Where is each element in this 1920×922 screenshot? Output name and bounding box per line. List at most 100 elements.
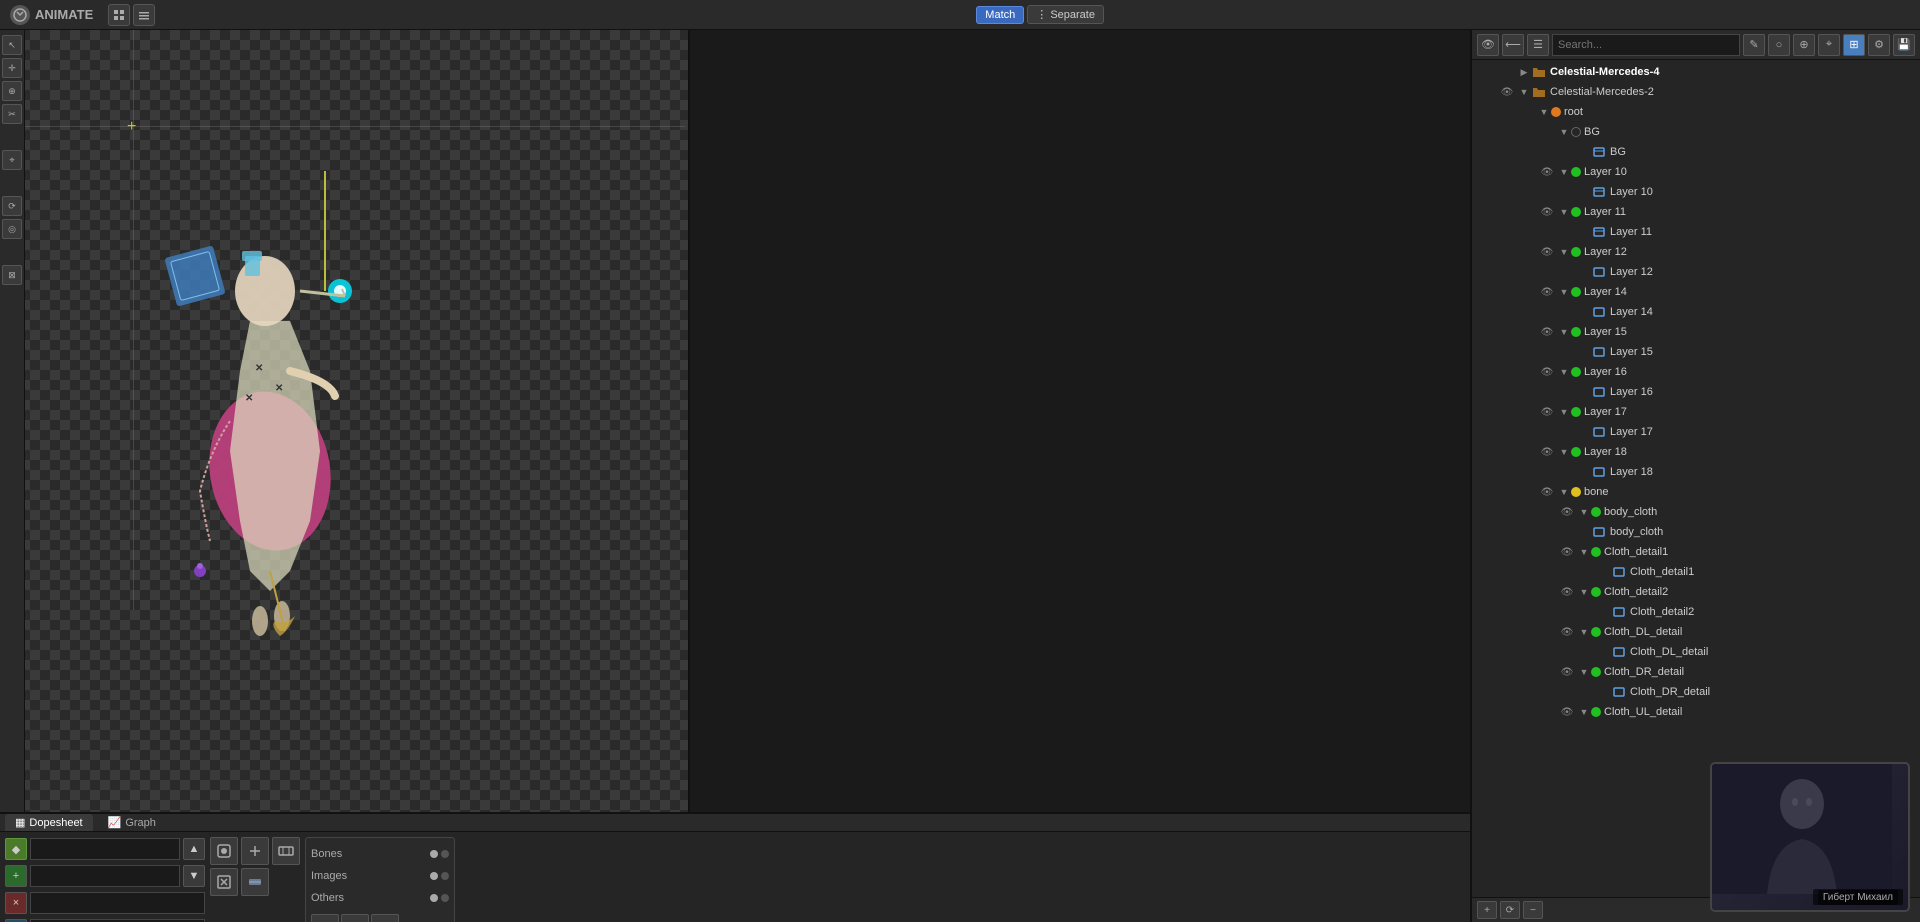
tree-item-clothd2-group[interactable]: 👁 ▼ Cloth_detail2 [1472,582,1920,602]
timeline-input-2[interactable] [30,865,180,887]
right-icon-filter[interactable]: ⌖ [1818,34,1840,56]
tool-move[interactable]: ✛ [2,58,22,78]
viewport-left[interactable]: ↖ ✛ ⊕ ✂ ⌖ ⟳ ◎ ⊠ + [0,30,690,812]
vis-bone-group[interactable]: 👁 [1537,482,1557,502]
expand-layer12-group[interactable]: ▼ [1557,242,1571,262]
tree-item-layer11-group[interactable]: 👁 ▼ Layer 11 [1472,202,1920,222]
tree-item-clothd1-group[interactable]: 👁 ▼ Cloth_detail1 [1472,542,1920,562]
expand-clothd2-group[interactable]: ▼ [1577,582,1591,602]
expand-clothdl-group[interactable]: ▼ [1577,622,1591,642]
tree-item-layer17-group[interactable]: 👁 ▼ Layer 17 [1472,402,1920,422]
bone-tool-link[interactable]: ⇔ [341,914,369,922]
timeline-tool-3[interactable] [272,837,300,865]
tree-item-layer18-group[interactable]: 👁 ▼ Layer 18 [1472,442,1920,462]
tree-item-clothdr-group[interactable]: 👁 ▼ Cloth_DR_detail [1472,662,1920,682]
vis-layer10-group[interactable]: 👁 [1537,162,1557,182]
expand-bg-group[interactable]: ▼ [1557,122,1571,142]
tree-item-layer18-item[interactable]: 👁 ▶ Layer 18 [1472,462,1920,482]
tree-item-celestial2[interactable]: 👁 ▼ Celestial-Mercedes-2 [1472,82,1920,102]
vis-clothul-group[interactable]: 👁 [1557,702,1577,722]
expand-root[interactable]: ▼ [1537,102,1551,122]
status-add-btn[interactable]: + [1477,901,1497,919]
tl-remove-btn[interactable]: × [5,892,27,914]
tree-item-clothd2-item[interactable]: 👁 ▶ Cloth_detail2 [1472,602,1920,622]
vis-clothd2-group[interactable]: 👁 [1557,582,1577,602]
timeline-tool-4[interactable] [210,868,238,896]
expand-celestial2[interactable]: ▼ [1517,82,1531,102]
tool-transform[interactable]: ⌖ [2,150,22,170]
tool-rotate[interactable]: ⟳ [2,196,22,216]
tree-item-layer16-item[interactable]: 👁 ▶ Layer 16 [1472,382,1920,402]
timeline-input-1[interactable] [30,838,180,860]
tree-item-root[interactable]: 👁 ▼ root [1472,102,1920,122]
right-icon-eye[interactable]: 👁 [1477,34,1499,56]
tree-item-bg-item[interactable]: 👁 ▶ BG [1472,142,1920,162]
tool-circle[interactable]: ◎ [2,219,22,239]
tool-add[interactable]: ⊕ [2,81,22,101]
expand-layer16-group[interactable]: ▼ [1557,362,1571,382]
timeline-tool-2[interactable] [241,837,269,865]
tree-item-clothd1-item[interactable]: 👁 ▶ Cloth_detail1 [1472,562,1920,582]
tree-item-layer10-item[interactable]: 👁 ▶ Layer 10 [1472,182,1920,202]
tree-item-clothdl-group[interactable]: 👁 ▼ Cloth_DL_detail [1472,622,1920,642]
vis-bodycloth-group[interactable]: 👁 [1557,502,1577,522]
expand-bodycloth-group[interactable]: ▼ [1577,502,1591,522]
vis-layer14-group[interactable]: 👁 [1537,282,1557,302]
timeline-tool-5[interactable] [241,868,269,896]
timeline-tool-1[interactable] [210,837,238,865]
expand-layer17-group[interactable]: ▼ [1557,402,1571,422]
status-eye-btn[interactable]: ⟳ [1500,901,1520,919]
tree-item-layer11-item[interactable]: 👁 ▶ Layer 11 [1472,222,1920,242]
separate-button[interactable]: ⋮ Separate [1027,5,1104,24]
tree-item-layer16-group[interactable]: 👁 ▼ Layer 16 [1472,362,1920,382]
tree-item-layer12-item[interactable]: 👁 ▶ Layer 12 [1472,262,1920,282]
tab-dopesheet[interactable]: ▦ Dopesheet [5,814,93,831]
right-icon-arrow[interactable]: ⟵ [1502,34,1524,56]
right-icon-circle[interactable]: ○ [1768,34,1790,56]
right-icon-list[interactable]: ☰ [1527,34,1549,56]
right-icon-active[interactable]: ⊞ [1843,34,1865,56]
expand-layer11-group[interactable]: ▼ [1557,202,1571,222]
view-btn-2[interactable] [133,4,155,26]
search-input[interactable] [1552,34,1740,56]
tree-item-layer15-group[interactable]: 👁 ▼ Layer 15 [1472,322,1920,342]
tree-item-layer12-group[interactable]: 👁 ▼ Layer 12 [1472,242,1920,262]
vis-clothdl-group[interactable]: 👁 [1557,622,1577,642]
vis-clothd1-group[interactable]: 👁 [1557,542,1577,562]
tree-item-bone-group[interactable]: 👁 ▼ bone [1472,482,1920,502]
tree-item-clothdr-item[interactable]: 👁 ▶ Cloth_DR_detail [1472,682,1920,702]
vis-layer18-group[interactable]: 👁 [1537,442,1557,462]
tree-item-bg-group[interactable]: 👁 ▼ BG [1472,122,1920,142]
right-icon-settings[interactable]: ⚙ [1868,34,1890,56]
expand-layer15-group[interactable]: ▼ [1557,322,1571,342]
expand-celestial4[interactable]: ▶ [1517,62,1531,82]
tree-item-clothdl-item[interactable]: 👁 ▶ Cloth_DL_detail [1472,642,1920,662]
right-icon-save[interactable]: 💾 [1893,34,1915,56]
expand-layer18-group[interactable]: ▼ [1557,442,1571,462]
timeline-input-3[interactable] [30,892,205,914]
expand-layer10-group[interactable]: ▼ [1557,162,1571,182]
expand-layer14-group[interactable]: ▼ [1557,282,1571,302]
tl-add-btn[interactable]: + [5,865,27,887]
vis-layer17-group[interactable]: 👁 [1537,402,1557,422]
match-button[interactable]: Match [976,6,1024,24]
viewport-right[interactable] [690,30,1470,812]
tl-arrow-down[interactable]: ▼ [183,865,205,887]
tree-item-layer14-group[interactable]: 👁 ▼ Layer 14 [1472,282,1920,302]
expand-clothd1-group[interactable]: ▼ [1577,542,1591,562]
vis-clothdr-group[interactable]: 👁 [1557,662,1577,682]
vis-layer12-group[interactable]: 👁 [1537,242,1557,262]
diamond-btn[interactable]: ◆ [5,838,27,860]
expand-clothdr-group[interactable]: ▼ [1577,662,1591,682]
bone-tool-unlink[interactable]: ⊗ [371,914,399,922]
tree-item-celestial4[interactable]: 👁 ▶ Celestial-Mercedes-4 [1472,62,1920,82]
tree-item-layer14-item[interactable]: 👁 ▶ Layer 14 [1472,302,1920,322]
tl-arrow-up[interactable]: ▲ [183,838,205,860]
right-icon-pencil[interactable]: ✎ [1743,34,1765,56]
tool-cut[interactable]: ✂ [2,104,22,124]
vis-layer11-group[interactable]: 👁 [1537,202,1557,222]
tree-item-bodycloth-group[interactable]: 👁 ▼ body_cloth [1472,502,1920,522]
tool-grid[interactable]: ⊠ [2,265,22,285]
expand-bone-group[interactable]: ▼ [1557,482,1571,502]
tree-item-bodycloth-item[interactable]: 👁 ▶ body_cloth [1472,522,1920,542]
